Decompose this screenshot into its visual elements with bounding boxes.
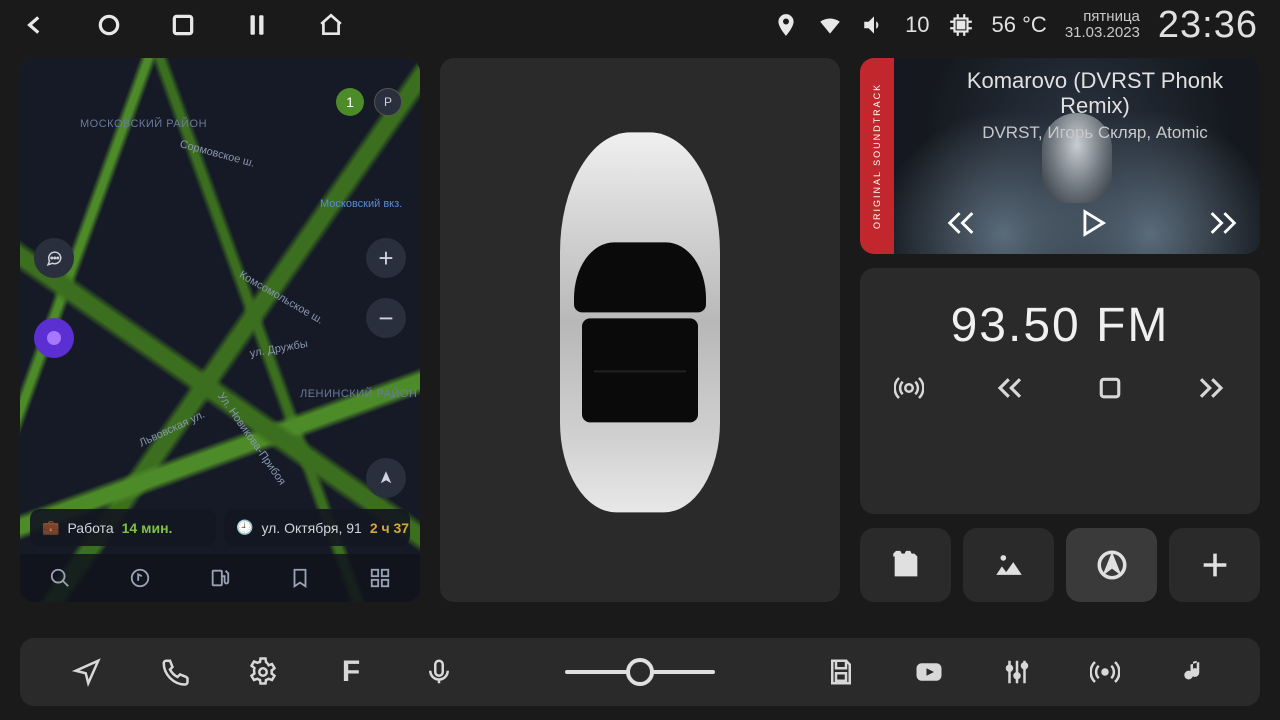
map-traffic-badge[interactable]: 1 (336, 88, 364, 116)
dock-brightness-slider[interactable] (488, 670, 792, 674)
map-voice-assistant-button[interactable] (34, 318, 74, 358)
dock-equalizer-button[interactable] (978, 657, 1056, 687)
dock-broadcast-button[interactable] (1066, 657, 1144, 687)
circle-icon[interactable] (96, 12, 122, 38)
music-next-button[interactable] (1206, 206, 1240, 240)
back-icon[interactable] (22, 12, 48, 38)
radio-widget[interactable]: 93.50 FM (860, 268, 1260, 514)
chip-eta: 2 ч 37 м (370, 520, 410, 536)
map-destination-chip-address[interactable]: 🕘 ул. Октября, 91 2 ч 37 м (224, 509, 410, 546)
app-shortcuts-row (860, 528, 1260, 602)
track-title: Komarovo (DVRST Phonk Remix) (944, 68, 1246, 119)
apps-grid-icon[interactable] (369, 567, 391, 589)
map-widget[interactable]: МОСКОВСКИЙ РАЙОН ЛЕНИНСКИЙ РАЙОН Сормовс… (20, 58, 420, 602)
map-parking-badge[interactable]: P (374, 88, 402, 116)
cpu-icon (948, 12, 974, 38)
search-icon[interactable] (49, 567, 71, 589)
clock-icon: 🕘 (236, 519, 253, 536)
cpu-temp: 56 °C (992, 12, 1047, 38)
dock-nav-button[interactable] (48, 657, 126, 687)
clock: 23:36 (1158, 4, 1258, 47)
radio-frequency: 93.50 FM (878, 282, 1242, 363)
vehicle-widget[interactable] (440, 58, 840, 602)
map-destination-chip-work[interactable]: 💼 Работа 14 мин. (30, 509, 216, 546)
music-note-icon[interactable] (129, 567, 151, 589)
radio-prev-button[interactable] (995, 373, 1025, 403)
app-tile-add[interactable] (1169, 528, 1260, 602)
app-tile-video[interactable] (860, 528, 951, 602)
music-widget[interactable]: ORIGINAL SOUNDTRACK Komarovo (DVRST Phon… (860, 58, 1260, 254)
dock-music-button[interactable] (1154, 657, 1232, 687)
location-icon (773, 12, 799, 38)
status-bar: 10 56 °C пятница 31.03.2023 23:36 (0, 0, 1280, 50)
bookmark-icon[interactable] (289, 567, 311, 589)
vehicle-render (560, 132, 720, 512)
chip-label: ул. Октября, 91 (261, 520, 361, 536)
app-tile-gallery[interactable] (963, 528, 1054, 602)
map-zoom-out-button[interactable]: − (366, 298, 406, 338)
dock-save-button[interactable] (802, 657, 880, 687)
volume-icon (861, 12, 887, 38)
map-district-label: ЛЕНИНСКИЙ РАЙОН (300, 388, 417, 400)
date: 31.03.2023 (1065, 25, 1140, 42)
music-play-button[interactable] (1075, 206, 1109, 240)
radio-stop-button[interactable] (1095, 373, 1125, 403)
home-icon[interactable] (318, 12, 344, 38)
chip-label: Работа (67, 520, 113, 536)
recent-apps-icon[interactable] (170, 12, 196, 38)
radio-scan-icon[interactable] (894, 373, 924, 403)
dock-f-button[interactable]: F (312, 655, 390, 689)
dock-phone-button[interactable] (136, 657, 214, 687)
track-artist: DVRST, Игорь Скляр, Atomic (944, 123, 1246, 143)
wifi-icon (817, 12, 843, 38)
weekday: пятница (1065, 9, 1140, 26)
map-station-label: Московский вкз. (320, 198, 402, 210)
slider-thumb[interactable] (626, 658, 654, 686)
chip-eta: 14 мин. (122, 520, 173, 536)
album-art: Komarovo (DVRST Phonk Remix) DVRST, Игор… (894, 58, 1260, 254)
album-spine: ORIGINAL SOUNDTRACK (860, 58, 894, 254)
map-chat-button[interactable] (34, 238, 74, 278)
map-district-label: МОСКОВСКИЙ РАЙОН (80, 118, 207, 130)
date-block: пятница 31.03.2023 (1065, 9, 1140, 42)
pause-icon[interactable] (244, 12, 270, 38)
dock-settings-button[interactable] (224, 657, 302, 687)
bottom-dock: F (20, 638, 1260, 706)
volume-level: 10 (905, 12, 929, 38)
radio-next-button[interactable] (1196, 373, 1226, 403)
briefcase-icon: 💼 (42, 519, 59, 536)
map-toolbar (20, 554, 420, 602)
map-recenter-button[interactable] (366, 458, 406, 498)
dock-youtube-button[interactable] (890, 657, 968, 687)
gas-station-icon[interactable] (209, 567, 231, 589)
map-zoom-in-button[interactable]: + (366, 238, 406, 278)
app-tile-nav[interactable] (1066, 528, 1157, 602)
dock-mic-button[interactable] (400, 657, 478, 687)
music-prev-button[interactable] (944, 206, 978, 240)
